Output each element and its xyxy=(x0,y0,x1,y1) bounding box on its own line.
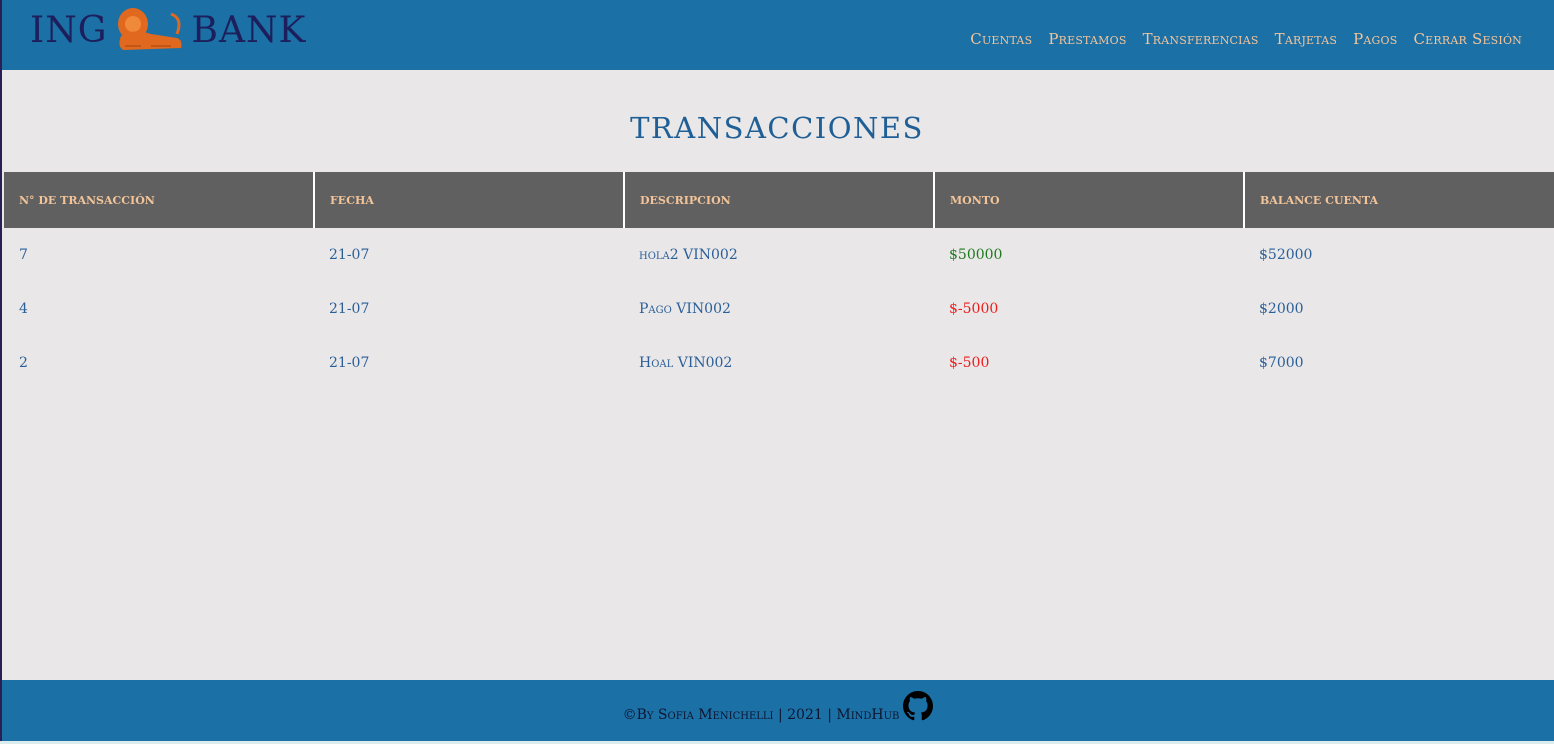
main-nav: Cuentas Prestamos Transferencias Tarjeta… xyxy=(970,30,1522,48)
transaction-number: 4 xyxy=(19,301,28,317)
page-footer: ©By Sofia Menichelli | 2021 | MindHub xyxy=(2,680,1554,741)
nav-cuentas[interactable]: Cuentas xyxy=(970,30,1032,48)
page-title: TRANSACCIONES xyxy=(630,111,924,146)
account-balance: $52000 xyxy=(1259,247,1313,263)
transaction-number: 2 xyxy=(19,355,28,371)
github-icon[interactable] xyxy=(903,690,934,721)
transaction-description: Pago VIN002 xyxy=(639,301,731,317)
lion-icon xyxy=(118,8,182,50)
transaction-amount: $50000 xyxy=(949,247,1003,263)
transaction-amount: $-500 xyxy=(949,355,990,371)
nav-tarjetas[interactable]: Tarjetas xyxy=(1275,30,1338,48)
transaction-amount: $-5000 xyxy=(949,301,999,317)
column-header-description: Descripcion xyxy=(623,172,934,228)
nav-transferencias[interactable]: Transferencias xyxy=(1143,30,1259,48)
transaction-date: 21-07 xyxy=(329,301,370,317)
ing-bank-logo[interactable]: ING BANK xyxy=(30,2,306,58)
nav-prestamos[interactable]: Prestamos xyxy=(1048,30,1126,48)
account-balance: $2000 xyxy=(1259,301,1304,317)
column-header-balance: Balance cuenta xyxy=(1243,172,1554,228)
column-header-date: Fecha xyxy=(313,172,624,228)
column-header-transaction-number: N° de transacción xyxy=(4,172,314,228)
transaction-description: hola2 VIN002 xyxy=(639,247,738,263)
footer-credits: ©By Sofia Menichelli | 2021 | MindHub xyxy=(622,706,900,723)
table-row: 7 21-07 hola2 VIN002 $50000 $52000 xyxy=(4,228,1554,282)
nav-pagos[interactable]: Pagos xyxy=(1353,30,1397,48)
table-row: 2 21-07 Hoal VIN002 $-500 $7000 xyxy=(4,336,1554,390)
nav-cerrar-sesion[interactable]: Cerrar Sesión xyxy=(1414,30,1523,48)
logo-text-ing: ING xyxy=(30,9,108,51)
transaction-description: Hoal VIN002 xyxy=(639,355,733,371)
logo-text-bank: BANK xyxy=(191,9,307,51)
table-header-row: N° de transacción Fecha Descripcion Mont… xyxy=(4,172,1554,228)
transaction-date: 21-07 xyxy=(329,355,370,371)
transaction-number: 7 xyxy=(19,247,28,263)
top-navbar: ING BANK Cuentas Prestamos Transferencia… xyxy=(2,0,1554,70)
transactions-table: N° de transacción Fecha Descripcion Mont… xyxy=(4,172,1554,390)
transaction-date: 21-07 xyxy=(329,247,370,263)
account-balance: $7000 xyxy=(1259,355,1304,371)
column-header-amount: Monto xyxy=(933,172,1244,228)
table-row: 4 21-07 Pago VIN002 $-5000 $2000 xyxy=(4,282,1554,336)
